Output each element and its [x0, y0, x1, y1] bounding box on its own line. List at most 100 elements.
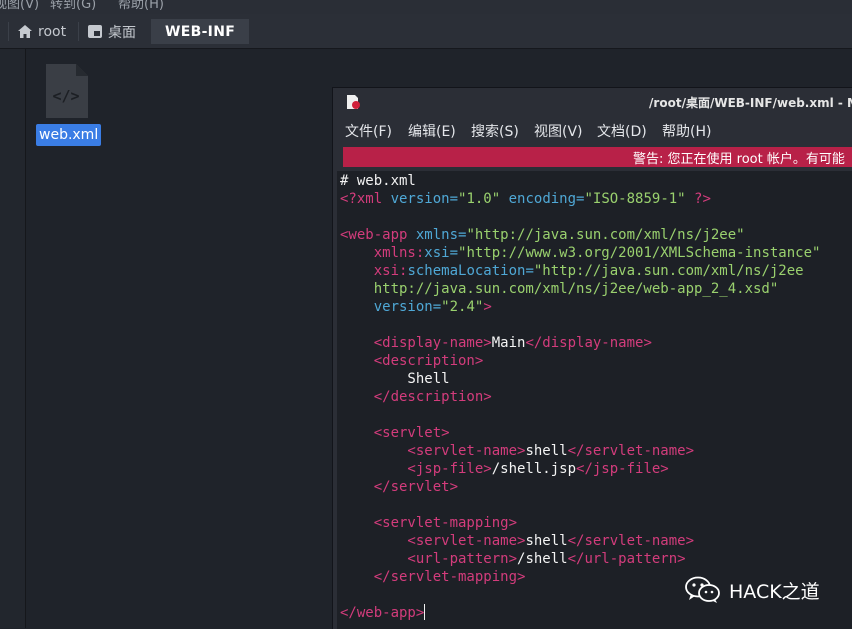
editor-titlebar[interactable]: /root/桌面/WEB-INF/web.xml - M [333, 88, 852, 114]
code-line: <servlet-mapping> [340, 514, 820, 532]
code-line: </description> [340, 388, 820, 406]
code-line: </servlet> [340, 478, 820, 496]
code-token: </servlet> [340, 479, 459, 495]
menu-search[interactable]: 搜索(S) [471, 121, 519, 141]
watermark: HACK之道 [685, 575, 820, 605]
code-line: <?xml version="1.0" encoding="ISO-8859-1… [340, 190, 820, 208]
menu-go[interactable]: 转到(G) [50, 0, 96, 12]
code-token: "ISO-8859-1" [584, 191, 686, 207]
code-token: http://java.sun.com/xml/ns/j2ee/web-app_… [340, 281, 779, 297]
editor-menubar: 文件(F) 编辑(E) 搜索(S) 视图(V) 文档(D) 帮助(H) [333, 118, 852, 144]
menu-help[interactable]: 帮助(H) [662, 121, 711, 141]
code-line: xmlns:xsi="http://www.w3.org/2001/XMLSch… [340, 244, 821, 262]
code-token: version= [340, 299, 442, 315]
code-token: xsi= [424, 245, 459, 261]
breadcrumb-web-inf[interactable]: WEB-INF [151, 19, 250, 44]
code-token: schemaLocation= [407, 263, 534, 279]
home-icon [18, 25, 32, 38]
root-warning-bar: 警告: 您正在使用 root 帐户。有可能 [343, 147, 852, 167]
code-token: xsi: [340, 263, 408, 279]
code-token: Shell [340, 371, 450, 387]
code-token: encoding= [500, 191, 585, 207]
code-line: <description> [340, 352, 820, 370]
breadcrumb-web-inf-label: WEB-INF [165, 23, 236, 40]
code-token: <url-pattern> [340, 551, 518, 567]
code-token: version= [390, 191, 459, 207]
text-cursor [424, 604, 426, 620]
code-line: <servlet-name>shell</servlet-name> [340, 532, 820, 550]
code-token: </web-app> [340, 605, 425, 621]
xml-file-icon[interactable]: </> [44, 64, 88, 118]
code-line: <servlet-name>shell</servlet-name> [340, 442, 820, 460]
code-token: </display-name> [525, 335, 652, 351]
code-token: shell [525, 533, 568, 549]
code-token: <web-app [340, 227, 416, 243]
code-token: </servlet-name> [567, 533, 695, 549]
code-line: <servlet> [340, 424, 820, 442]
code-line: version="2.4"> [340, 298, 820, 316]
code-line: </web-app> [340, 604, 820, 622]
code-token: "http://www.w3.org/2001/XMLSchema-instan… [458, 245, 821, 261]
menu-view[interactable]: 视图(V) [534, 121, 583, 141]
file-manager-menubar: 视图(V) 转到(G) 帮助(H) [0, 0, 852, 14]
code-editor-area[interactable]: # web.xml <?xml version="1.0" encoding="I… [337, 171, 852, 629]
code-token: <jsp-file> [340, 461, 492, 477]
editor-window-title: /root/桌面/WEB-INF/web.xml - M [649, 96, 852, 110]
text-editor-window: /root/桌面/WEB-INF/web.xml - M 文件(F) 编辑(E)… [332, 87, 852, 629]
code-token: /shell.jsp [491, 461, 577, 477]
code-line: Shell [340, 370, 820, 388]
code-line: <display-name>Main</display-name> [340, 334, 820, 352]
editor-app-icon [347, 95, 360, 109]
code-token: </description> [340, 389, 492, 405]
code-token: </servlet-name> [567, 443, 695, 459]
breadcrumb-desktop-label: 桌面 [108, 24, 136, 41]
code-token: shell [525, 443, 568, 459]
desktop-icon [88, 25, 102, 38]
menu-help[interactable]: 帮助(H) [118, 0, 164, 12]
code-token: <servlet-mapping> [340, 515, 518, 531]
code-token: "http://java.sun.com/xml/ns/j2ee" [466, 227, 745, 243]
menu-view[interactable]: 视图(V) [0, 0, 39, 12]
code-line: <url-pattern>/shell</url-pattern> [340, 550, 820, 568]
code-token: # web.xml [340, 173, 416, 189]
code-token: xmlns: [340, 245, 425, 261]
code-token: xmlns= [415, 227, 467, 243]
code-token: Main [491, 335, 526, 351]
root-warning-text: 警告: 您正在使用 root 帐户。有可能 [633, 152, 845, 167]
code-token: /shell [517, 551, 568, 567]
code-line: http://java.sun.com/xml/ns/j2ee/web-app_… [340, 280, 820, 298]
menu-file[interactable]: 文件(F) [345, 121, 392, 141]
code-token: <description> [340, 353, 484, 369]
code-token: </jsp-file> [576, 461, 669, 477]
code-token: "http://java.sun.com/xml/ns/j2ee [533, 263, 804, 279]
code-token: <?xml [340, 191, 391, 207]
code-token: "1.0" [458, 191, 501, 207]
breadcrumb-divider [8, 22, 9, 41]
code-line: xsi:schemaLocation="http://java.sun.com/… [340, 262, 820, 280]
watermark-text: HACK之道 [729, 580, 820, 603]
code-content: # web.xml <?xml version="1.0" encoding="I… [340, 172, 820, 622]
code-line: <jsp-file>/shell.jsp</jsp-file> [340, 460, 820, 478]
code-token: </url-pattern> [567, 551, 686, 567]
svg-text:</>: </> [52, 87, 79, 105]
breadcrumb: root 桌面 WEB-INF [0, 14, 852, 49]
code-token: > [483, 299, 492, 315]
code-token: <servlet-name> [340, 533, 526, 549]
code-token: <display-name> [340, 335, 492, 351]
file-name-label[interactable]: web.xml [36, 124, 102, 146]
code-token: ?> [685, 191, 711, 207]
breadcrumb-root[interactable]: root [18, 19, 66, 44]
code-token: <servlet> [340, 425, 450, 441]
code-token: "2.4" [441, 299, 484, 315]
menu-edit[interactable]: 编辑(E) [408, 121, 456, 141]
breadcrumb-divider [78, 22, 79, 41]
menu-document[interactable]: 文档(D) [597, 121, 647, 141]
breadcrumb-desktop[interactable]: 桌面 [88, 19, 136, 44]
breadcrumb-root-label: root [38, 23, 67, 40]
code-token: <servlet-name> [340, 443, 526, 459]
file-manager-sidebar [0, 49, 26, 628]
